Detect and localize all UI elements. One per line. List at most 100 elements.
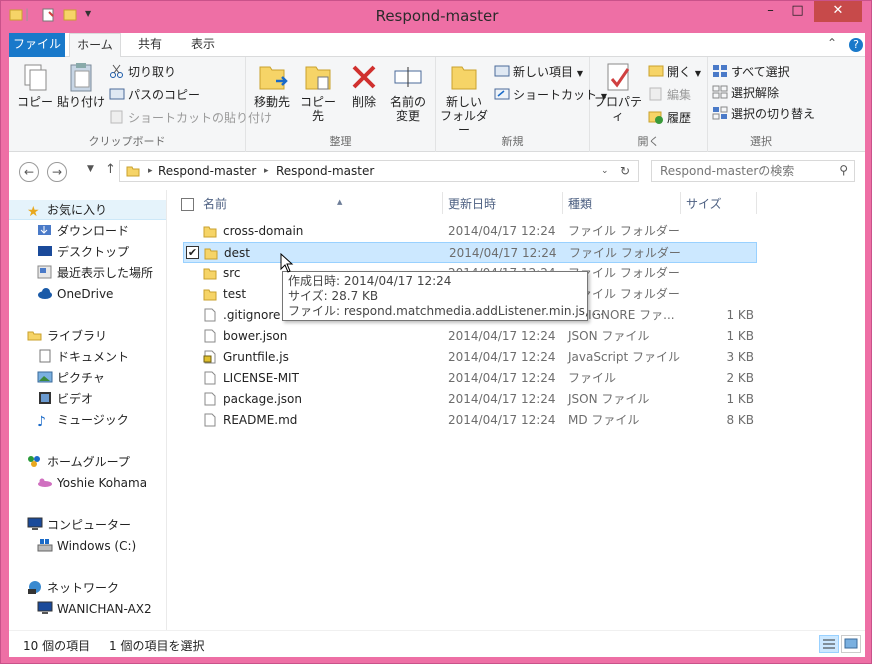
breadcrumb-item[interactable]: Respond-master [276, 164, 374, 178]
file-date: 2014/04/17 12:24 [448, 224, 556, 238]
nav-item-downloads[interactable]: ダウンロード [37, 221, 129, 241]
details-view-button[interactable] [819, 635, 839, 653]
search-input[interactable] [660, 163, 830, 179]
column-header-date[interactable]: 更新日時 [442, 194, 562, 214]
select-all-button[interactable]: すべて選択 [712, 63, 790, 81]
tab-home[interactable]: ホーム [69, 33, 121, 58]
nav-item-music[interactable]: ♪ ミュージック [37, 410, 129, 430]
homegroup-icon [28, 456, 40, 467]
nav-item-desktop[interactable]: デスクトップ [37, 242, 129, 262]
select-group: すべて選択 選択解除 選択の切り替え 選択 [708, 57, 815, 152]
history-button[interactable]: 履歴 [648, 109, 691, 127]
search-icon[interactable]: ⚲ [839, 163, 848, 177]
copy-path-icon [109, 88, 125, 100]
nav-item-computer[interactable]: コンピューター [27, 515, 131, 535]
ribbon-tabs: ファイル ホーム 共有 表示 ⌃ ? [9, 33, 865, 58]
search-box[interactable]: ⚲ [651, 160, 855, 182]
close-button[interactable]: ✕ [814, 1, 862, 22]
column-header-size[interactable]: サイズ [680, 194, 756, 214]
recent-locations-icon[interactable]: ▼ [87, 164, 94, 174]
file-row[interactable]: bower.json 2014/04/17 12:24 JSON ファイル 1 KB [183, 326, 757, 347]
move-to-button[interactable]: 移動先 [250, 61, 294, 109]
recent-places-icon [37, 265, 52, 279]
file-size: 1 KB [726, 308, 754, 322]
nav-item-network-pc[interactable]: WANICHAN-AX2 [37, 599, 152, 619]
new-folder-button[interactable]: 新しい フォルダー [438, 61, 490, 137]
file-type: ファイル フォルダー [569, 246, 681, 260]
cut-button[interactable]: 切り取り [109, 63, 176, 81]
properties-label: プロパティ [593, 95, 642, 123]
breadcrumb-item[interactable]: Respond-master [158, 164, 256, 178]
nav-item-onedrive[interactable]: OneDrive [37, 284, 113, 304]
maximize-button[interactable]: □ [784, 1, 811, 22]
row-checkbox[interactable]: ✔ [186, 246, 199, 259]
nav-item-network[interactable]: ネットワーク [27, 578, 119, 598]
select-none-button[interactable]: 選択解除 [712, 84, 779, 102]
nav-item-homegroup-user[interactable]: Yoshie Kohama [37, 473, 147, 493]
nav-item-homegroup[interactable]: ホームグループ [27, 452, 130, 472]
tab-share[interactable]: 共有 [125, 33, 175, 57]
select-all-label: すべて選択 [731, 65, 790, 79]
file-row[interactable]: LICENSE-MIT 2014/04/17 12:24 ファイル 2 KB [183, 368, 757, 389]
file-icon [204, 392, 216, 406]
refresh-icon[interactable]: ↻ [620, 164, 630, 178]
paste-button[interactable]: 貼り付け [57, 61, 105, 109]
breadcrumb-chevron-icon[interactable]: ▸ [264, 166, 269, 176]
nav-item-documents[interactable]: ドキュメント [37, 347, 129, 367]
tab-view[interactable]: 表示 [179, 33, 227, 57]
nav-item-favorites[interactable]: ★ お気に入り [9, 200, 166, 220]
copy-to-button[interactable]: コピー先 [296, 61, 340, 123]
file-name: src [223, 266, 241, 280]
tooltip-size: サイズ: 28.7 KB [288, 289, 379, 303]
computer-icon [27, 517, 43, 530]
forward-button[interactable]: → [47, 162, 67, 182]
back-button[interactable]: ← [19, 162, 39, 182]
breadcrumb-chevron-icon[interactable]: ▸ [148, 166, 153, 176]
new-item-button[interactable]: 新しい項目 ▼ [494, 63, 583, 81]
address-history-icon[interactable]: ⌄ [601, 166, 609, 176]
file-row[interactable]: ✔ dest 2014/04/17 12:24 ファイル フォルダー [183, 242, 757, 263]
large-icons-view-button[interactable] [841, 635, 861, 653]
select-all-checkbox[interactable] [181, 198, 194, 211]
file-type: JavaScript ファイル [568, 350, 680, 364]
explorer-window: | ▼ Respond-master – □ ✕ ファイル ホーム 共有 表示 … [0, 0, 872, 664]
file-row[interactable]: Gruntfile.js 2014/04/17 12:24 JavaScript フ… [183, 347, 757, 368]
file-row[interactable]: README.md 2014/04/17 12:24 MD ファイル 8 KB [183, 410, 757, 431]
address-bar[interactable]: ▸ Respond-master ▸ Respond-master ⌄ ↻ [119, 160, 639, 182]
edit-button[interactable]: 編集 [648, 86, 691, 104]
copy-path-button[interactable]: パスのコピー [109, 86, 200, 104]
nav-item-pictures[interactable]: ピクチャ [37, 368, 105, 388]
nav-item-libraries[interactable]: ライブラリ [27, 326, 107, 346]
scissors-icon [110, 64, 123, 78]
minimize-button[interactable]: – [757, 1, 784, 22]
tab-file[interactable]: ファイル [9, 33, 65, 57]
properties-button[interactable]: プロパティ [592, 61, 644, 123]
delete-button[interactable]: 削除 [346, 61, 382, 109]
back-arrow-icon: ← [23, 165, 35, 179]
copy-button[interactable]: コピー [15, 61, 55, 109]
up-arrow-icon[interactable]: ↑ [105, 162, 116, 177]
move-to-label: 移動先 [253, 95, 290, 109]
computer-icon [37, 601, 53, 614]
folder-icon [126, 166, 140, 177]
column-header-name[interactable]: 名前 ▲ [197, 194, 442, 214]
nav-item-drive-c[interactable]: Windows (C:) [37, 536, 136, 556]
open-group-label: 開く [637, 135, 660, 148]
column-header-type[interactable]: 種類 [562, 194, 680, 214]
invert-selection-button[interactable]: 選択の切り替え [712, 105, 815, 123]
column-separator[interactable] [756, 192, 757, 214]
collapse-ribbon-icon[interactable]: ⌃ [827, 36, 837, 50]
downloads-icon [38, 225, 51, 235]
nav-label: ダウンロード [57, 224, 130, 238]
file-icon [204, 371, 216, 385]
copy-label: コピー [16, 95, 53, 109]
nav-label: 最近表示した場所 [57, 266, 154, 280]
file-row[interactable]: cross-domain 2014/04/17 12:24 ファイル フォルダー [183, 221, 757, 242]
rename-button[interactable]: 名前の 変更 [386, 61, 430, 123]
file-row[interactable]: package.json 2014/04/17 12:24 JSON ファイル 1 K… [183, 389, 757, 410]
help-icon[interactable]: ? [849, 38, 863, 52]
open-button[interactable]: 開く ▼ [648, 63, 701, 81]
nav-item-videos[interactable]: ビデオ [37, 389, 93, 409]
desktop-icon [38, 246, 52, 256]
nav-item-recent[interactable]: 最近表示した場所 [37, 263, 153, 283]
